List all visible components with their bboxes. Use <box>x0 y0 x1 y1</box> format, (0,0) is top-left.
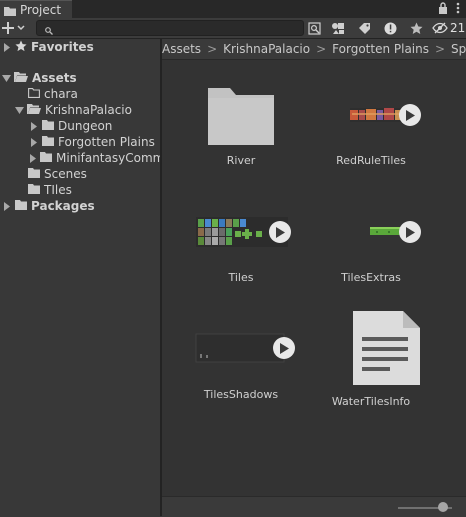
tree-item-favorites[interactable]: Favorites <box>2 39 94 55</box>
collapsed-arrow-icon[interactable] <box>29 153 36 163</box>
spritesheet-thumbnail <box>316 201 426 265</box>
spritesheet-thumbnail <box>316 84 426 148</box>
breadcrumb: Assets > KrishnaPalacio > Forgotten Plai… <box>162 39 466 60</box>
filter-by-type-icon[interactable] <box>330 20 346 36</box>
lock-icon[interactable] <box>438 2 448 17</box>
star-icon <box>15 39 27 55</box>
tab-tools <box>438 2 460 17</box>
tree-item-minifantasy[interactable]: MinifantasyComm <box>29 150 160 166</box>
asset-name: RedRuleTiles <box>336 154 406 167</box>
tree-item-forgotten-plains[interactable]: Forgotten Plains <box>29 134 155 150</box>
folder-icon <box>4 5 16 16</box>
tree-item-assets[interactable]: Assets <box>2 70 77 86</box>
breadcrumb-item-forgotten-plains[interactable]: Forgotten Plains <box>332 42 429 56</box>
asset-name: WaterTilesInfo <box>331 395 411 408</box>
tree-item-scenes[interactable]: Scenes <box>28 166 87 182</box>
hidden-count: 21 <box>450 21 466 35</box>
tree-label: chara <box>44 87 78 101</box>
log-warning-icon[interactable] <box>382 20 398 36</box>
breadcrumb-item-sprites[interactable]: Sprites <box>451 42 466 56</box>
favorite-star-icon[interactable] <box>408 20 424 36</box>
search-scope-icon[interactable] <box>306 20 322 36</box>
search-input[interactable] <box>36 20 304 36</box>
tree-label: TIles <box>44 183 72 197</box>
project-toolbar: 21 <box>0 18 466 39</box>
asset-name: River <box>226 154 256 167</box>
play-icon[interactable] <box>273 337 295 359</box>
expanded-arrow-icon[interactable] <box>2 74 11 83</box>
tree-label: Favorites <box>31 40 94 54</box>
create-button[interactable] <box>2 19 28 37</box>
breadcrumb-item-krishnapalacio[interactable]: KrishnaPalacio <box>223 42 310 56</box>
tab-project[interactable]: Project <box>0 0 72 18</box>
expanded-arrow-icon[interactable] <box>15 106 24 115</box>
play-icon[interactable] <box>269 221 291 243</box>
collapsed-arrow-icon[interactable] <box>29 137 38 147</box>
folder-icon <box>15 199 27 213</box>
collapsed-arrow-icon[interactable] <box>29 121 38 131</box>
folder-icon <box>42 135 54 149</box>
breadcrumb-item-assets[interactable]: Assets <box>162 42 201 56</box>
tree-label: Dungeon <box>58 119 113 133</box>
folder-icon <box>28 167 40 181</box>
spritesheet-thumbnail <box>186 201 296 265</box>
tab-label: Project <box>20 2 62 17</box>
status-bar <box>162 496 466 517</box>
eye-slash-icon <box>432 22 448 34</box>
folder-icon <box>40 151 52 165</box>
folder-icon <box>186 84 296 148</box>
asset-name: TilesShadows <box>203 388 279 401</box>
asset-browser-panel: Assets > KrishnaPalacio > Forgotten Plai… <box>162 39 466 516</box>
folder-outline-icon <box>28 87 40 101</box>
play-icon[interactable] <box>399 104 421 126</box>
tree-item-packages[interactable]: Packages <box>2 198 95 214</box>
slider-handle[interactable] <box>438 502 448 512</box>
window-tab-bar: Project <box>0 0 466 18</box>
tree-label: KrishnaPalacio <box>45 103 132 117</box>
folder-icon <box>28 183 40 197</box>
asset-name: Tiles <box>228 271 254 284</box>
folder-tree-panel: Favorites Assets chara KrishnaPalacio Du… <box>0 39 160 516</box>
spritesheet-thumbnail <box>186 318 296 382</box>
collapsed-arrow-icon[interactable] <box>2 42 11 52</box>
filter-by-label-icon[interactable] <box>356 20 372 36</box>
folder-icon <box>42 119 54 133</box>
open-folder-icon <box>27 103 41 117</box>
hidden-packages-toggle[interactable]: 21 <box>432 19 465 37</box>
tree-item-dungeon[interactable]: Dungeon <box>29 118 112 134</box>
chevron-right-icon: > <box>207 42 218 56</box>
chevron-right-icon: > <box>316 42 327 56</box>
play-icon[interactable] <box>399 221 421 243</box>
chevron-right-icon: > <box>434 42 446 56</box>
tree-item-krishnapalacio[interactable]: KrishnaPalacio <box>15 102 132 118</box>
search-icon <box>45 24 53 38</box>
tree-item-chara[interactable]: chara <box>28 86 78 102</box>
tree-item-tiles[interactable]: TIles <box>28 182 72 198</box>
open-folder-icon <box>14 71 28 85</box>
tree-label: Forgotten Plains <box>58 135 155 149</box>
collapsed-arrow-icon[interactable] <box>2 201 11 211</box>
plus-icon <box>2 22 25 34</box>
tree-label: Scenes <box>44 167 87 181</box>
tree-label: Packages <box>31 199 95 213</box>
text-document-icon <box>316 309 426 389</box>
asset-name: TilesExtras <box>341 271 401 284</box>
tree-label: MinifantasyComm <box>56 151 160 165</box>
more-options-icon[interactable] <box>456 2 460 17</box>
tree-label: Assets <box>32 71 77 85</box>
